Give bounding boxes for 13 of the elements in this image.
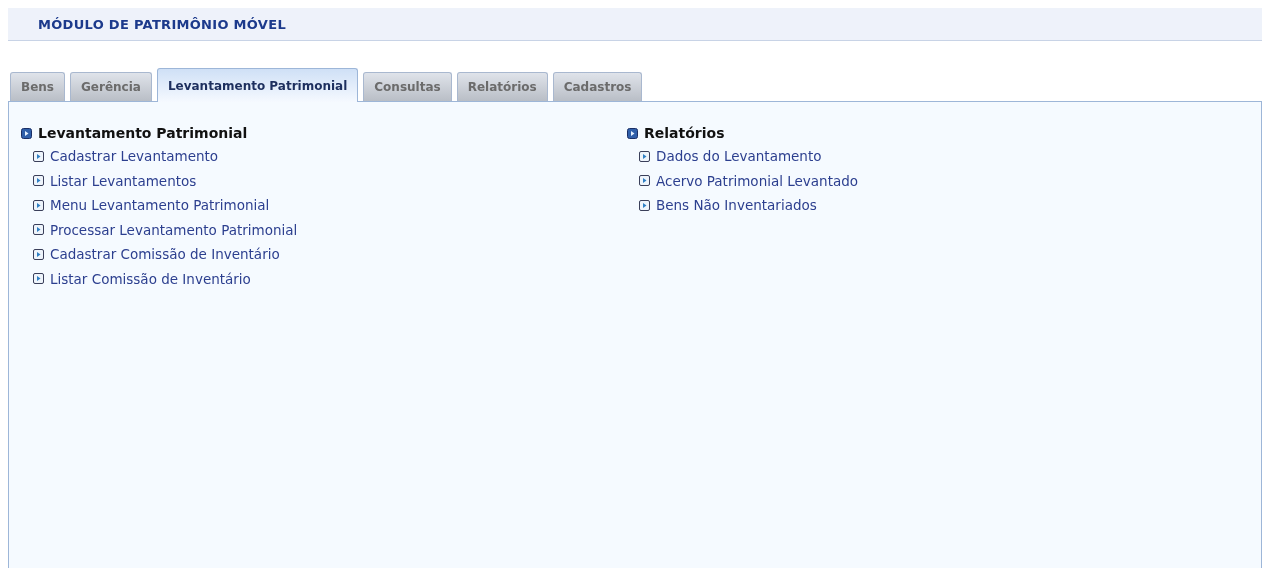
menu-link[interactable]: Processar Levantamento Patrimonial — [33, 217, 627, 242]
menu-link[interactable]: Cadastrar Levantamento — [33, 144, 627, 169]
tab[interactable]: Levantamento Patrimonial — [156, 68, 359, 102]
menu-link[interactable]: Menu Levantamento Patrimonial — [33, 193, 627, 218]
menu-link[interactable]: Cadastrar Comissão de Inventário — [33, 242, 627, 267]
menu-link[interactable]: Acervo Patrimonial Levantado — [639, 168, 1261, 193]
section-heading: Levantamento Patrimonial — [38, 125, 248, 141]
menu-link[interactable]: Bens Não Inventariados — [639, 193, 1261, 218]
menu-link[interactable]: Listar Levantamentos — [33, 168, 627, 193]
page-title: MÓDULO DE PATRIMÔNIO MÓVEL — [38, 16, 286, 32]
menu-link[interactable]: Dados do Levantamento — [639, 144, 1261, 169]
menu-link[interactable]: Listar Comissão de Inventário — [33, 266, 627, 291]
section-heading: Relatórios — [644, 125, 725, 141]
